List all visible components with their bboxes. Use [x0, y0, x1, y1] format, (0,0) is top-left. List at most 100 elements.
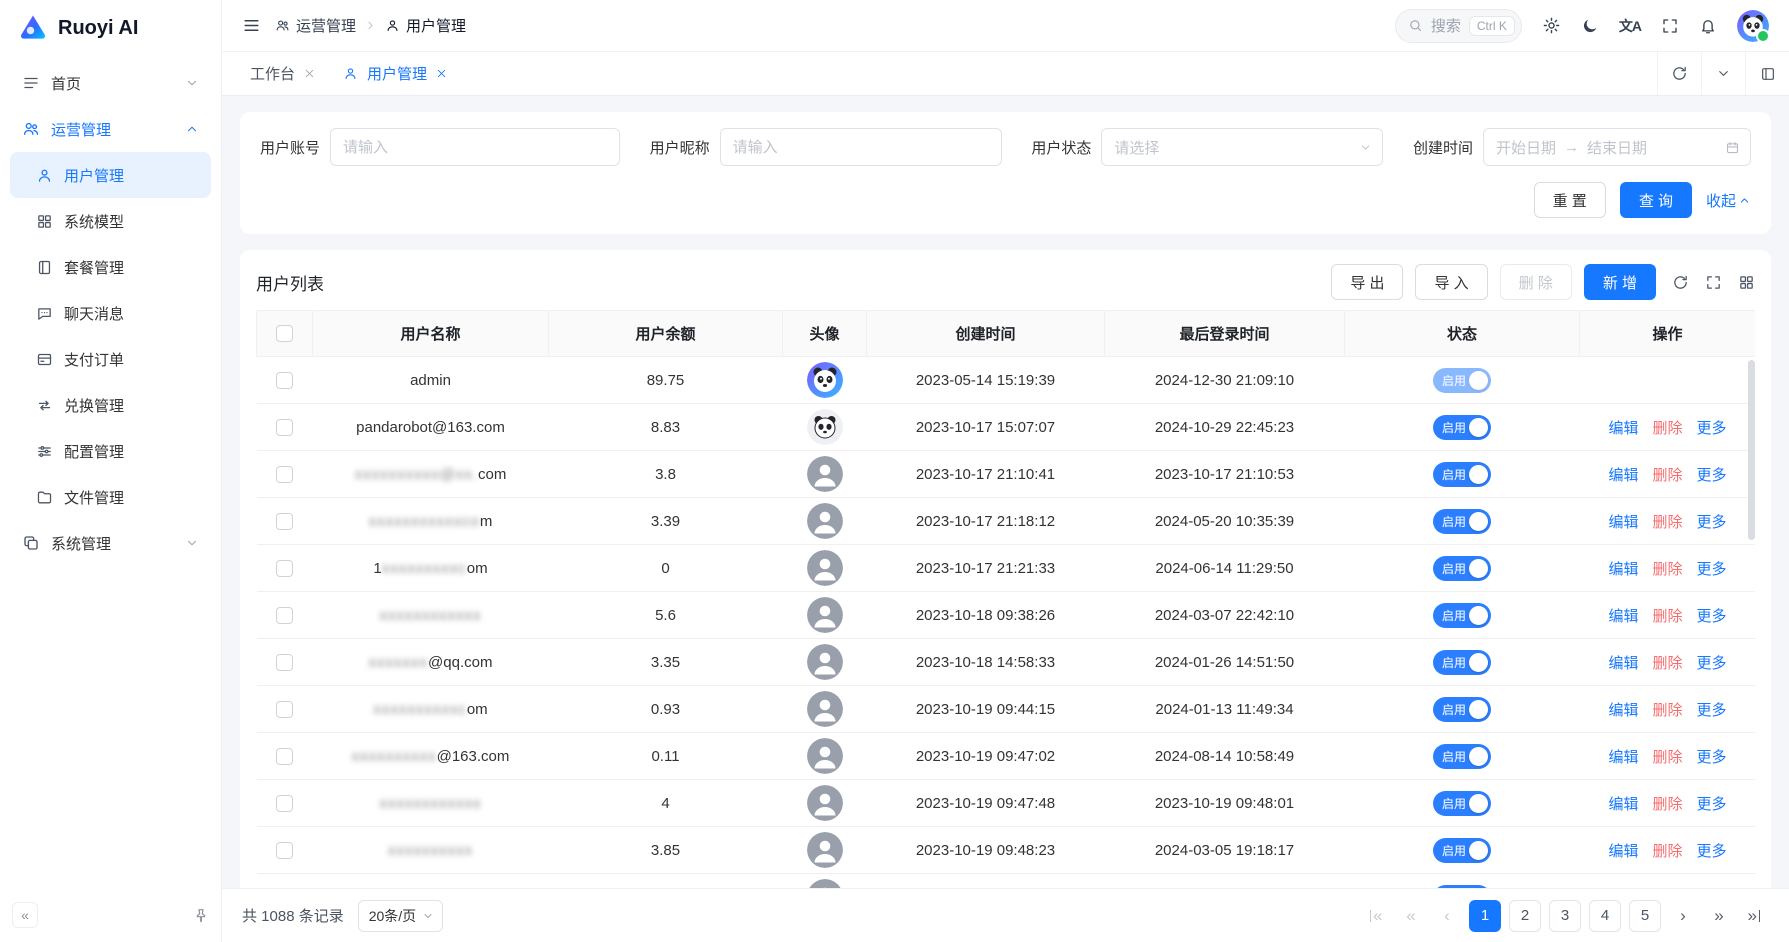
status-toggle[interactable]: 启用: [1433, 838, 1491, 863]
delete-button[interactable]: 删 除: [1500, 264, 1572, 300]
edit-link[interactable]: 编辑: [1608, 652, 1638, 673]
row-checkbox[interactable]: [276, 372, 293, 389]
fullscreen-icon[interactable]: [1705, 274, 1722, 291]
select-all-checkbox[interactable]: [276, 325, 293, 342]
page-button-3[interactable]: 3: [1549, 900, 1581, 932]
status-toggle[interactable]: 启用: [1433, 885, 1491, 889]
delete-link[interactable]: 删除: [1652, 558, 1682, 579]
edit-link[interactable]: 编辑: [1608, 746, 1638, 767]
user-avatar[interactable]: [1737, 10, 1769, 42]
table-scrollbar[interactable]: [1748, 360, 1755, 540]
status-toggle[interactable]: 启用: [1433, 556, 1491, 581]
column-settings-icon[interactable]: [1738, 274, 1755, 291]
row-checkbox[interactable]: [276, 748, 293, 765]
collapse-filters-link[interactable]: 收起: [1706, 190, 1751, 211]
next-page-button[interactable]: ›: [1669, 900, 1697, 932]
row-checkbox[interactable]: [276, 654, 293, 671]
edit-link[interactable]: 编辑: [1608, 699, 1638, 720]
status-toggle[interactable]: 启用: [1433, 462, 1491, 487]
sidebar-item-operations[interactable]: 运营管理: [10, 106, 211, 152]
edit-link[interactable]: 编辑: [1608, 464, 1638, 485]
status-toggle[interactable]: 启用: [1433, 415, 1491, 440]
delete-link[interactable]: 删除: [1652, 746, 1682, 767]
sidebar-item-package-management[interactable]: 套餐管理: [10, 244, 211, 290]
more-link[interactable]: 更多: [1697, 840, 1727, 861]
sidebar-item-home[interactable]: 首页: [10, 60, 211, 106]
delete-link[interactable]: 删除: [1652, 699, 1682, 720]
delete-link[interactable]: 删除: [1652, 793, 1682, 814]
edit-link[interactable]: 编辑: [1608, 793, 1638, 814]
translate-icon[interactable]: 文A: [1619, 16, 1641, 36]
page-size-select[interactable]: 20条/页: [358, 900, 443, 932]
close-icon[interactable]: [304, 68, 315, 79]
sidebar-item-user-management[interactable]: 用户管理: [10, 152, 211, 198]
import-button[interactable]: 导 入: [1415, 264, 1487, 300]
more-link[interactable]: 更多: [1697, 793, 1727, 814]
delete-link[interactable]: 删除: [1652, 840, 1682, 861]
edit-link[interactable]: 编辑: [1608, 887, 1638, 889]
search-button[interactable]: 查 询: [1620, 182, 1692, 218]
date-range-picker[interactable]: 开始日期 → 结束日期: [1483, 128, 1751, 166]
edit-link[interactable]: 编辑: [1608, 605, 1638, 626]
status-toggle[interactable]: 启用: [1433, 603, 1491, 628]
edit-link[interactable]: 编辑: [1608, 840, 1638, 861]
status-toggle[interactable]: 启用: [1433, 744, 1491, 769]
account-input[interactable]: [330, 128, 620, 166]
delete-link[interactable]: 删除: [1652, 605, 1682, 626]
reset-button[interactable]: 重 置: [1534, 182, 1606, 218]
row-checkbox[interactable]: [276, 842, 293, 859]
status-select[interactable]: 请选择: [1101, 128, 1383, 166]
app-logo[interactable]: Ruoyi AI: [0, 0, 221, 56]
refresh-icon[interactable]: [1657, 52, 1701, 95]
more-link[interactable]: 更多: [1697, 699, 1727, 720]
status-toggle[interactable]: 启用: [1433, 697, 1491, 722]
jump-forward-button[interactable]: »: [1705, 900, 1733, 932]
last-page-button[interactable]: »: [1741, 900, 1769, 932]
export-button[interactable]: 导 出: [1331, 264, 1403, 300]
hamburger-icon[interactable]: [242, 16, 261, 35]
sidebar-item-payment-orders[interactable]: 支付订单: [10, 336, 211, 382]
page-button-1[interactable]: 1: [1469, 900, 1501, 932]
add-button[interactable]: 新 增: [1584, 264, 1656, 300]
sidebar-item-config-management[interactable]: 配置管理: [10, 428, 211, 474]
moon-icon[interactable]: [1581, 17, 1599, 35]
delete-link[interactable]: 删除: [1652, 417, 1682, 438]
delete-link[interactable]: 删除: [1652, 887, 1682, 889]
row-checkbox[interactable]: [276, 701, 293, 718]
maximize-icon[interactable]: [1745, 52, 1789, 95]
page-button-4[interactable]: 4: [1589, 900, 1621, 932]
sidebar-collapse-button[interactable]: «: [12, 902, 38, 928]
tab-workbench[interactable]: 工作台: [236, 52, 329, 96]
row-checkbox[interactable]: [276, 419, 293, 436]
more-link[interactable]: 更多: [1697, 746, 1727, 767]
more-link[interactable]: 更多: [1697, 652, 1727, 673]
breadcrumb-user-management[interactable]: 用户管理: [385, 15, 466, 36]
sidebar-item-system-model[interactable]: 系统模型: [10, 198, 211, 244]
more-link[interactable]: 更多: [1697, 887, 1727, 889]
fullscreen-icon[interactable]: [1661, 17, 1679, 35]
status-toggle[interactable]: 启用: [1433, 650, 1491, 675]
refresh-icon[interactable]: [1672, 274, 1689, 291]
sidebar-item-system-management[interactable]: 系统管理: [10, 520, 211, 566]
close-icon[interactable]: [436, 68, 447, 79]
page-button-2[interactable]: 2: [1509, 900, 1541, 932]
row-checkbox[interactable]: [276, 607, 293, 624]
status-toggle[interactable]: 启用: [1433, 791, 1491, 816]
status-toggle[interactable]: 启用: [1433, 509, 1491, 534]
page-button-5[interactable]: 5: [1629, 900, 1661, 932]
delete-link[interactable]: 删除: [1652, 511, 1682, 532]
status-toggle[interactable]: 启用: [1433, 368, 1491, 393]
row-checkbox[interactable]: [276, 513, 293, 530]
global-search[interactable]: 搜索 Ctrl K: [1395, 9, 1522, 43]
row-checkbox[interactable]: [276, 466, 293, 483]
more-link[interactable]: 更多: [1697, 417, 1727, 438]
pin-icon[interactable]: [193, 907, 209, 923]
row-checkbox[interactable]: [276, 560, 293, 577]
breadcrumb-operations[interactable]: 运营管理: [275, 15, 356, 36]
bell-icon[interactable]: [1699, 17, 1717, 35]
prev-page-button[interactable]: ‹: [1433, 900, 1461, 932]
chevron-down-icon[interactable]: [1701, 52, 1745, 95]
row-checkbox[interactable]: [276, 795, 293, 812]
more-link[interactable]: 更多: [1697, 511, 1727, 532]
edit-link[interactable]: 编辑: [1608, 558, 1638, 579]
